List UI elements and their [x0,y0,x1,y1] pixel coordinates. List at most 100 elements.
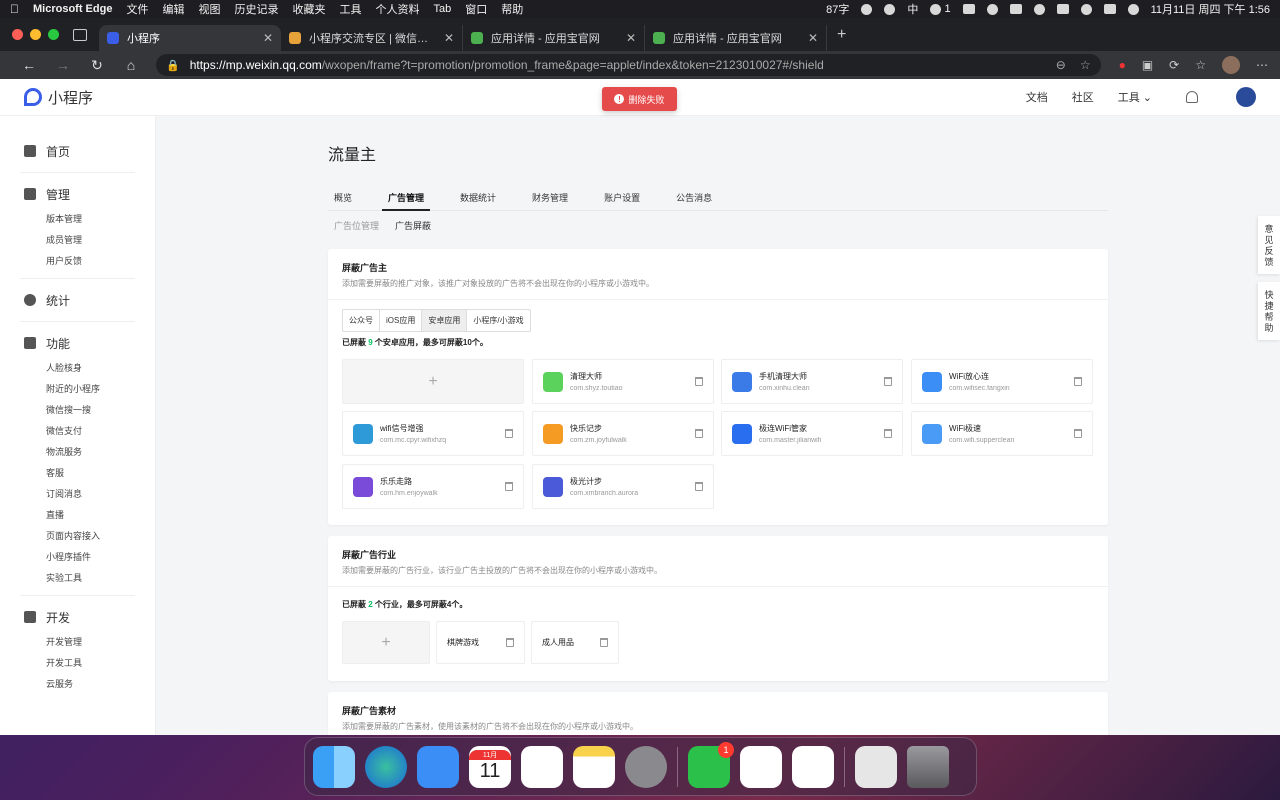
wifi-icon[interactable] [1033,3,1045,15]
close-window-button[interactable] [12,29,23,40]
sidebar-item-manage[interactable]: 管理 [0,179,155,209]
back-icon[interactable]: ← [12,57,46,73]
sidebar-item-nearby[interactable]: 附近的小程序 [0,379,155,400]
system-preferences-icon[interactable] [625,745,667,788]
mail-icon[interactable] [417,745,459,788]
siri-icon[interactable] [1127,3,1139,15]
segment-official-account[interactable]: 公众号 [343,310,380,331]
emoji-icon[interactable] [861,3,873,15]
trash-icon[interactable] [1074,377,1082,386]
user-avatar[interactable] [1236,87,1256,107]
trash-icon[interactable] [600,638,608,647]
close-tab-icon[interactable]: ✕ [808,31,818,45]
bell-icon[interactable] [1186,91,1198,103]
reminders-icon[interactable] [521,745,563,788]
close-tab-icon[interactable]: ✕ [626,31,636,45]
trash-icon[interactable] [506,638,514,647]
menu-tab[interactable]: Tab [433,3,451,15]
shield-icon[interactable] [986,3,998,15]
sidebar-item-members[interactable]: 成员管理 [0,230,155,251]
more-options-icon[interactable]: ⋯ [1256,58,1268,72]
new-tab-icon[interactable]: + [837,26,846,44]
menu-help[interactable]: 帮助 [501,1,523,17]
sidebar-item-dev-tools[interactable]: 开发工具 [0,653,155,674]
sidebar-item-customer-service[interactable]: 客服 [0,463,155,484]
finder-icon[interactable] [313,745,355,788]
sync-icon[interactable]: ⟳ [1169,58,1179,72]
battery-icon[interactable] [1009,4,1022,14]
sidebar-item-version[interactable]: 版本管理 [0,209,155,230]
menu-window[interactable]: 窗口 [465,1,487,17]
tab-data-stats[interactable]: 数据统计 [454,189,502,211]
help-side-tab[interactable]: 快捷帮助 [1258,282,1280,340]
zoom-icon[interactable]: ⊖ [1056,58,1066,72]
sidebar-item-dev[interactable]: 开发 [0,602,155,632]
tab-overview[interactable]: 概览 [328,189,358,211]
browser-tab-3[interactable]: 应用详情 - 应用宝官网 ✕ [645,25,827,51]
trash-icon[interactable] [505,482,513,491]
favorite-star-icon[interactable]: ☆ [1080,58,1091,72]
nav-link-community[interactable]: 社区 [1072,89,1094,105]
close-tab-icon[interactable]: ✕ [263,31,273,45]
forward-icon[interactable]: → [46,57,80,73]
browser-tab-1[interactable]: 小程序交流专区 | 微信开放社区 ✕ [281,25,463,51]
menu-favorites[interactable]: 收藏夹 [292,1,325,17]
sidebar-item-subscribe[interactable]: 订阅消息 [0,484,155,505]
sidebar-item-plugins[interactable]: 小程序插件 [0,547,155,568]
wps-icon[interactable] [740,745,782,788]
tab-announcements[interactable]: 公告消息 [670,189,718,211]
notification-icon[interactable] [962,4,975,14]
trash-icon[interactable] [505,429,513,438]
browser-tab-0[interactable]: 小程序 ✕ [99,25,281,51]
url-field[interactable]: 🔒 https://mp.weixin.qq.com /wxopen/frame… [156,54,1101,76]
add-advertiser-button[interactable]: + [342,359,524,404]
edge-icon[interactable] [365,745,407,788]
app-menu[interactable]: Microsoft Edge [33,3,112,15]
lock-icon[interactable]: 🔒 [166,59,180,72]
collections-icon[interactable]: ☆ [1195,58,1206,72]
sidebar-item-logistics[interactable]: 物流服务 [0,442,155,463]
sidebar-item-wechat-search[interactable]: 微信搜一搜 [0,400,155,421]
sidebar-item-dev-manage[interactable]: 开发管理 [0,632,155,653]
sidebar-item-wechat-pay[interactable]: 微信支付 [0,421,155,442]
minimize-window-button[interactable] [30,29,41,40]
trash-icon[interactable] [695,377,703,386]
nav-link-tools[interactable]: 工具 ⌄ [1118,89,1152,105]
sidebar-item-face-verify[interactable]: 人脸核身 [0,358,155,379]
menu-history[interactable]: 历史记录 [234,1,278,17]
input-method-status[interactable]: 中 [907,1,918,17]
calendar-icon[interactable]: 11月 11 [469,745,511,788]
site-logo[interactable]: 小程序 [24,87,93,108]
trash-icon[interactable] [695,482,703,491]
document-preview-icon[interactable] [855,745,897,788]
trash-icon[interactable] [695,429,703,438]
menu-tools[interactable]: 工具 [339,1,361,17]
screenshot-extension-icon[interactable]: ▣ [1142,58,1153,72]
menubar-clock[interactable]: 11月11日 周四 下午 1:56 [1151,1,1270,17]
maximize-window-button[interactable] [48,29,59,40]
tab-actions-icon[interactable] [73,28,87,41]
notes-icon[interactable] [573,745,615,788]
tab-ad-manage[interactable]: 广告管理 [382,189,431,211]
word-count-status[interactable]: 87字 [826,1,849,17]
sidebar-item-home[interactable]: 首页 [0,136,155,166]
tab-finance[interactable]: 财务管理 [526,189,574,211]
browser-tab-2[interactable]: 应用详情 - 应用宝官网 ✕ [463,25,645,51]
sidebar-item-page-content[interactable]: 页面内容接入 [0,526,155,547]
menu-file[interactable]: 文件 [126,1,148,17]
tab-account-settings[interactable]: 账户设置 [598,189,646,211]
segment-miniprogram[interactable]: 小程序/小游戏 [467,310,529,331]
subtab-ad-slots[interactable]: 广告位管理 [334,219,379,232]
refresh-icon[interactable]: ↻ [80,57,114,74]
control-center-icon[interactable] [1103,4,1116,14]
sidebar-item-live[interactable]: 直播 [0,505,155,526]
wechat-status[interactable]: 1 [930,3,951,15]
sidebar-item-feedback[interactable]: 用户反馈 [0,251,155,272]
add-industry-button[interactable]: + [342,621,430,664]
screen-icon[interactable] [1056,4,1069,14]
nav-link-docs[interactable]: 文档 [1026,89,1048,105]
home-icon[interactable]: ⌂ [114,57,148,73]
menu-view[interactable]: 视图 [198,1,220,17]
feedback-side-tab[interactable]: 意见反馈 [1258,216,1280,274]
sidebar-item-stats[interactable]: 统计 [0,285,155,315]
